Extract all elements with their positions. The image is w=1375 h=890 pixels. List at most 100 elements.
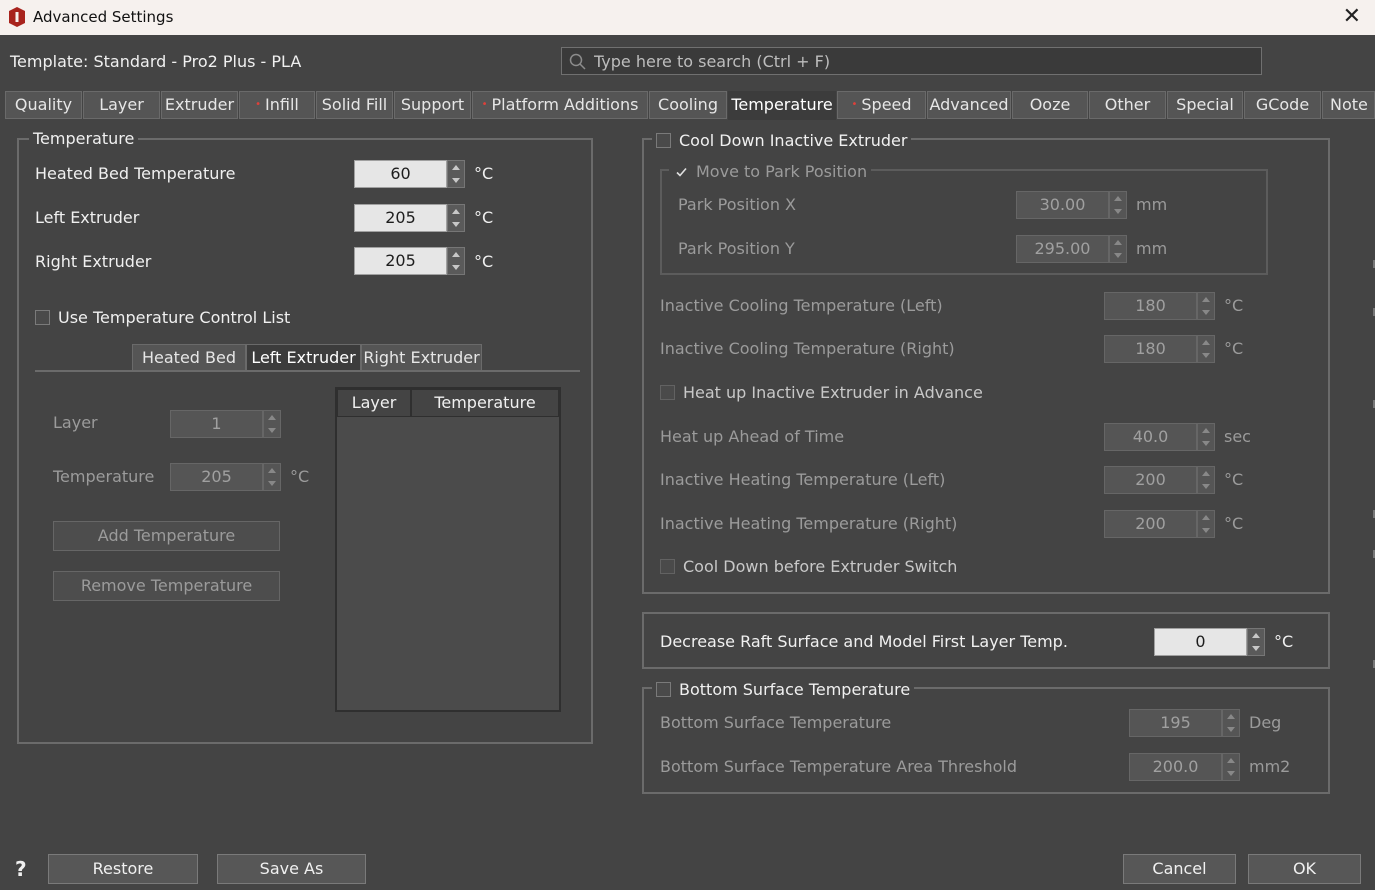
left-extruder-unit: °C bbox=[474, 208, 494, 227]
right-extruder-unit: °C bbox=[474, 252, 494, 271]
search-box[interactable] bbox=[561, 47, 1262, 75]
tab-other[interactable]: Other bbox=[1089, 91, 1166, 119]
tab-layer[interactable]: Layer bbox=[83, 91, 160, 119]
close-icon[interactable]: ✕ bbox=[1343, 4, 1361, 29]
use-temperature-control-list-checkbox[interactable] bbox=[35, 310, 50, 325]
scrollbar-track[interactable] bbox=[1371, 250, 1375, 700]
heated-bed-unit: °C bbox=[474, 164, 494, 183]
stepper-arrows[interactable] bbox=[1222, 709, 1240, 737]
bottom-surface-threshold-unit: mm2 bbox=[1249, 757, 1291, 776]
park-x-value[interactable]: 30.00 bbox=[1016, 191, 1109, 219]
table-header-layer[interactable]: Layer bbox=[337, 389, 411, 417]
cool-before-switch-label: Cool Down before Extruder Switch bbox=[683, 557, 958, 576]
park-x-label: Park Position X bbox=[678, 195, 797, 214]
cancel-button[interactable]: Cancel bbox=[1123, 854, 1236, 884]
save-as-button[interactable]: Save As bbox=[217, 854, 366, 884]
park-y-label: Park Position Y bbox=[678, 239, 795, 258]
modified-dot-icon: • bbox=[255, 99, 262, 110]
window-title: Advanced Settings bbox=[33, 8, 174, 26]
checkmark-icon bbox=[676, 167, 687, 177]
cool-down-inactive-label: Cool Down Inactive Extruder bbox=[679, 131, 908, 150]
park-y-unit: mm bbox=[1136, 239, 1168, 258]
layer-value[interactable]: 1 bbox=[170, 410, 263, 438]
park-position-group bbox=[660, 169, 1268, 275]
tab-quality[interactable]: Quality bbox=[5, 91, 82, 119]
temperature-unit: °C bbox=[290, 467, 310, 486]
cool-down-legend: Cool Down Inactive Extruder bbox=[652, 131, 912, 151]
tab-ooze[interactable]: Ooze bbox=[1012, 91, 1088, 119]
heated-bed-value[interactable]: 60 bbox=[354, 160, 447, 188]
raft-value[interactable]: 0 bbox=[1154, 628, 1247, 656]
stepper-arrows[interactable] bbox=[447, 247, 465, 275]
tab-platform-additions[interactable]: • Platform Additions bbox=[472, 91, 648, 119]
subtab-right-extruder[interactable]: Right Extruder bbox=[361, 344, 482, 372]
inactive-heating-left-label: Inactive Heating Temperature (Left) bbox=[660, 470, 946, 489]
tab-infill[interactable]: • Infill bbox=[239, 91, 315, 119]
stepper-arrows[interactable] bbox=[1109, 235, 1127, 263]
temperature-table[interactable]: Layer Temperature bbox=[335, 387, 561, 712]
add-temperature-button[interactable]: Add Temperature bbox=[53, 521, 280, 551]
temperature-value[interactable]: 205 bbox=[170, 463, 263, 491]
template-label: Template: Standard - Pro2 Plus - PLA bbox=[10, 52, 302, 71]
cool-down-inactive-checkbox[interactable] bbox=[656, 133, 671, 148]
title-bar: Advanced Settings ✕ bbox=[0, 0, 1375, 35]
inactive-cooling-right-value[interactable]: 180 bbox=[1104, 335, 1197, 363]
bottom-surface-checkbox[interactable] bbox=[656, 682, 671, 697]
heat-up-advance-checkbox[interactable] bbox=[660, 385, 675, 400]
remove-temperature-button[interactable]: Remove Temperature bbox=[53, 571, 280, 601]
restore-button[interactable]: Restore bbox=[48, 854, 198, 884]
stepper-arrows[interactable] bbox=[1197, 335, 1215, 363]
stepper-arrows[interactable] bbox=[263, 463, 281, 491]
stepper-arrows[interactable] bbox=[1197, 423, 1215, 451]
heated-bed-label: Heated Bed Temperature bbox=[35, 164, 236, 183]
tab-cooling[interactable]: Cooling bbox=[649, 91, 727, 119]
tab-speed[interactable]: • Speed bbox=[837, 91, 926, 119]
search-input[interactable] bbox=[594, 50, 1254, 72]
tab-advanced[interactable]: Advanced bbox=[927, 91, 1011, 119]
move-to-park-checkbox[interactable] bbox=[673, 164, 688, 179]
help-icon[interactable]: ? bbox=[15, 857, 27, 881]
tab-note[interactable]: Note bbox=[1322, 91, 1375, 119]
left-extruder-label: Left Extruder bbox=[35, 208, 140, 227]
inactive-heating-left-unit: °C bbox=[1224, 470, 1244, 489]
subtab-heated-bed[interactable]: Heated Bed bbox=[132, 344, 246, 372]
inactive-heating-right-value[interactable]: 200 bbox=[1104, 510, 1197, 538]
cool-before-switch-checkbox[interactable] bbox=[660, 559, 675, 574]
ok-button[interactable]: OK bbox=[1248, 854, 1361, 884]
tab-support[interactable]: Support bbox=[394, 91, 471, 119]
stepper-arrows[interactable] bbox=[447, 204, 465, 232]
stepper-arrows[interactable] bbox=[447, 160, 465, 188]
heat-ahead-label: Heat up Ahead of Time bbox=[660, 427, 845, 446]
tab-gcode[interactable]: GCode bbox=[1244, 91, 1321, 119]
inactive-cooling-left-label: Inactive Cooling Temperature (Left) bbox=[660, 296, 943, 315]
bottom-surface-threshold-value[interactable]: 200.0 bbox=[1129, 753, 1222, 781]
bottom-surface-title: Bottom Surface Temperature bbox=[679, 680, 911, 699]
stepper-arrows[interactable] bbox=[1197, 292, 1215, 320]
tab-temperature[interactable]: Temperature bbox=[728, 91, 836, 120]
stepper-arrows[interactable] bbox=[1247, 628, 1265, 656]
bottom-surface-temp-unit: Deg bbox=[1249, 713, 1282, 732]
right-extruder-label: Right Extruder bbox=[35, 252, 152, 271]
tab-solid-fill[interactable]: Solid Fill bbox=[316, 91, 393, 119]
stepper-arrows[interactable] bbox=[1222, 753, 1240, 781]
stepper-arrows[interactable] bbox=[1197, 510, 1215, 538]
tab-extruder[interactable]: Extruder bbox=[161, 91, 238, 119]
left-extruder-value[interactable]: 205 bbox=[354, 204, 447, 232]
heat-ahead-value[interactable]: 40.0 bbox=[1104, 423, 1197, 451]
inactive-heating-right-unit: °C bbox=[1224, 514, 1244, 533]
stepper-arrows[interactable] bbox=[263, 410, 281, 438]
inactive-cooling-left-value[interactable]: 180 bbox=[1104, 292, 1197, 320]
park-y-value[interactable]: 295.00 bbox=[1016, 235, 1109, 263]
stepper-arrows[interactable] bbox=[1197, 466, 1215, 494]
temperature-label: Temperature bbox=[53, 467, 155, 486]
table-header-temperature[interactable]: Temperature bbox=[411, 389, 559, 417]
layer-label: Layer bbox=[53, 413, 98, 432]
bottom-surface-temp-value[interactable]: 195 bbox=[1129, 709, 1222, 737]
temperature-group-title: Temperature bbox=[29, 129, 139, 149]
right-extruder-value[interactable]: 205 bbox=[354, 247, 447, 275]
subtab-left-extruder[interactable]: Left Extruder bbox=[246, 344, 361, 372]
app-logo-icon bbox=[9, 7, 25, 27]
inactive-heating-left-value[interactable]: 200 bbox=[1104, 466, 1197, 494]
tab-special[interactable]: Special bbox=[1167, 91, 1243, 119]
stepper-arrows[interactable] bbox=[1109, 191, 1127, 219]
